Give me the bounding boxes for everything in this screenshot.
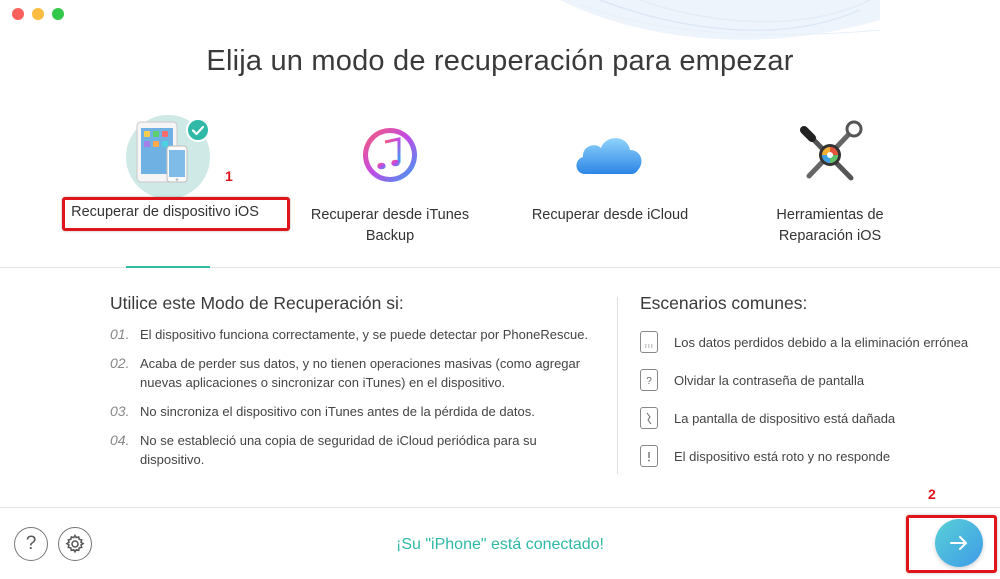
scenarios-title: Escenarios comunes: <box>640 293 808 313</box>
page-title: Elija un modo de recuperación para empez… <box>206 45 794 77</box>
footer-divider <box>0 507 1000 508</box>
list-item-text: Acaba de perder sus datos, y no tienen o… <box>140 356 581 390</box>
itunes-icon <box>345 110 435 200</box>
mode-label-line1: Herramientas de <box>776 207 884 223</box>
svg-text:?: ? <box>646 376 652 387</box>
mode-label-line2: Backup <box>365 228 415 244</box>
zoom-window-button[interactable] <box>52 8 64 20</box>
mode-itunes-backup[interactable]: Recuperar desde iTunes Backup <box>280 110 500 247</box>
list-item: 01. El dispositivo funciona correctament… <box>110 325 600 344</box>
icloud-icon <box>565 110 655 200</box>
broken-screen-icon <box>640 407 658 429</box>
scenario-text: La pantalla de dispositivo está dañada <box>674 410 896 426</box>
section-divider <box>617 297 618 474</box>
scenario-item: Los datos perdidos debido a la eliminaci… <box>640 330 968 354</box>
list-item: 02. Acaba de perder sus datos, y no tien… <box>110 354 600 392</box>
close-window-button[interactable] <box>12 8 24 20</box>
scenario-item: ? Olvidar la contraseña de pantalla <box>640 368 864 392</box>
scenario-text: Los datos perdidos debido a la eliminaci… <box>674 334 969 350</box>
annotation-number-1: 1 <box>225 168 233 184</box>
list-item-number: 03. <box>110 403 130 419</box>
list-item-text: No sincroniza el dispositivo con iTunes … <box>140 404 535 419</box>
list-item-number: 04. <box>110 432 130 448</box>
annotation-box-1 <box>62 197 290 231</box>
scenario-item: La pantalla de dispositivo está dañada <box>640 406 895 430</box>
mode-label-line1: Recuperar desde iCloud <box>531 207 689 223</box>
window-controls <box>12 8 64 20</box>
mode-icloud[interactable]: Recuperar desde iCloud <box>500 110 720 226</box>
selected-mode-underline <box>126 266 210 268</box>
usage-title: Utilice este Modo de Recuperación si: <box>110 293 404 313</box>
mode-label-line2: Reparación iOS <box>778 228 882 244</box>
connection-status: ¡Su "iPhone" está conectado! <box>396 536 604 553</box>
forgot-passcode-icon: ? <box>640 369 658 391</box>
annotation-box-2 <box>906 515 997 573</box>
list-item-text: El dispositivo funciona correctamente, y… <box>140 327 589 342</box>
repair-tools-icon <box>785 110 875 200</box>
list-item-number: 02. <box>110 355 130 371</box>
scenario-text: Olvidar la contraseña de pantalla <box>674 372 865 388</box>
list-item: 04. No se estableció una copia de seguri… <box>110 431 600 469</box>
minimize-window-button[interactable] <box>32 8 44 20</box>
list-item-number: 01. <box>110 326 130 342</box>
list-item: 03. No sincroniza el dispositivo con iTu… <box>110 402 600 421</box>
check-icon <box>186 118 210 142</box>
scenario-text: El dispositivo está roto y no responde <box>674 448 891 464</box>
scenario-item: El dispositivo está roto y no responde <box>640 444 890 468</box>
list-item-text: No se estableció una copia de seguridad … <box>140 433 537 467</box>
deleted-data-icon <box>640 331 658 353</box>
annotation-number-2: 2 <box>928 486 936 502</box>
unresponsive-device-icon <box>640 445 658 467</box>
mode-repair-tools[interactable]: Herramientas de Reparación iOS <box>720 110 940 247</box>
mode-label-line1: Recuperar desde iTunes <box>310 207 470 223</box>
